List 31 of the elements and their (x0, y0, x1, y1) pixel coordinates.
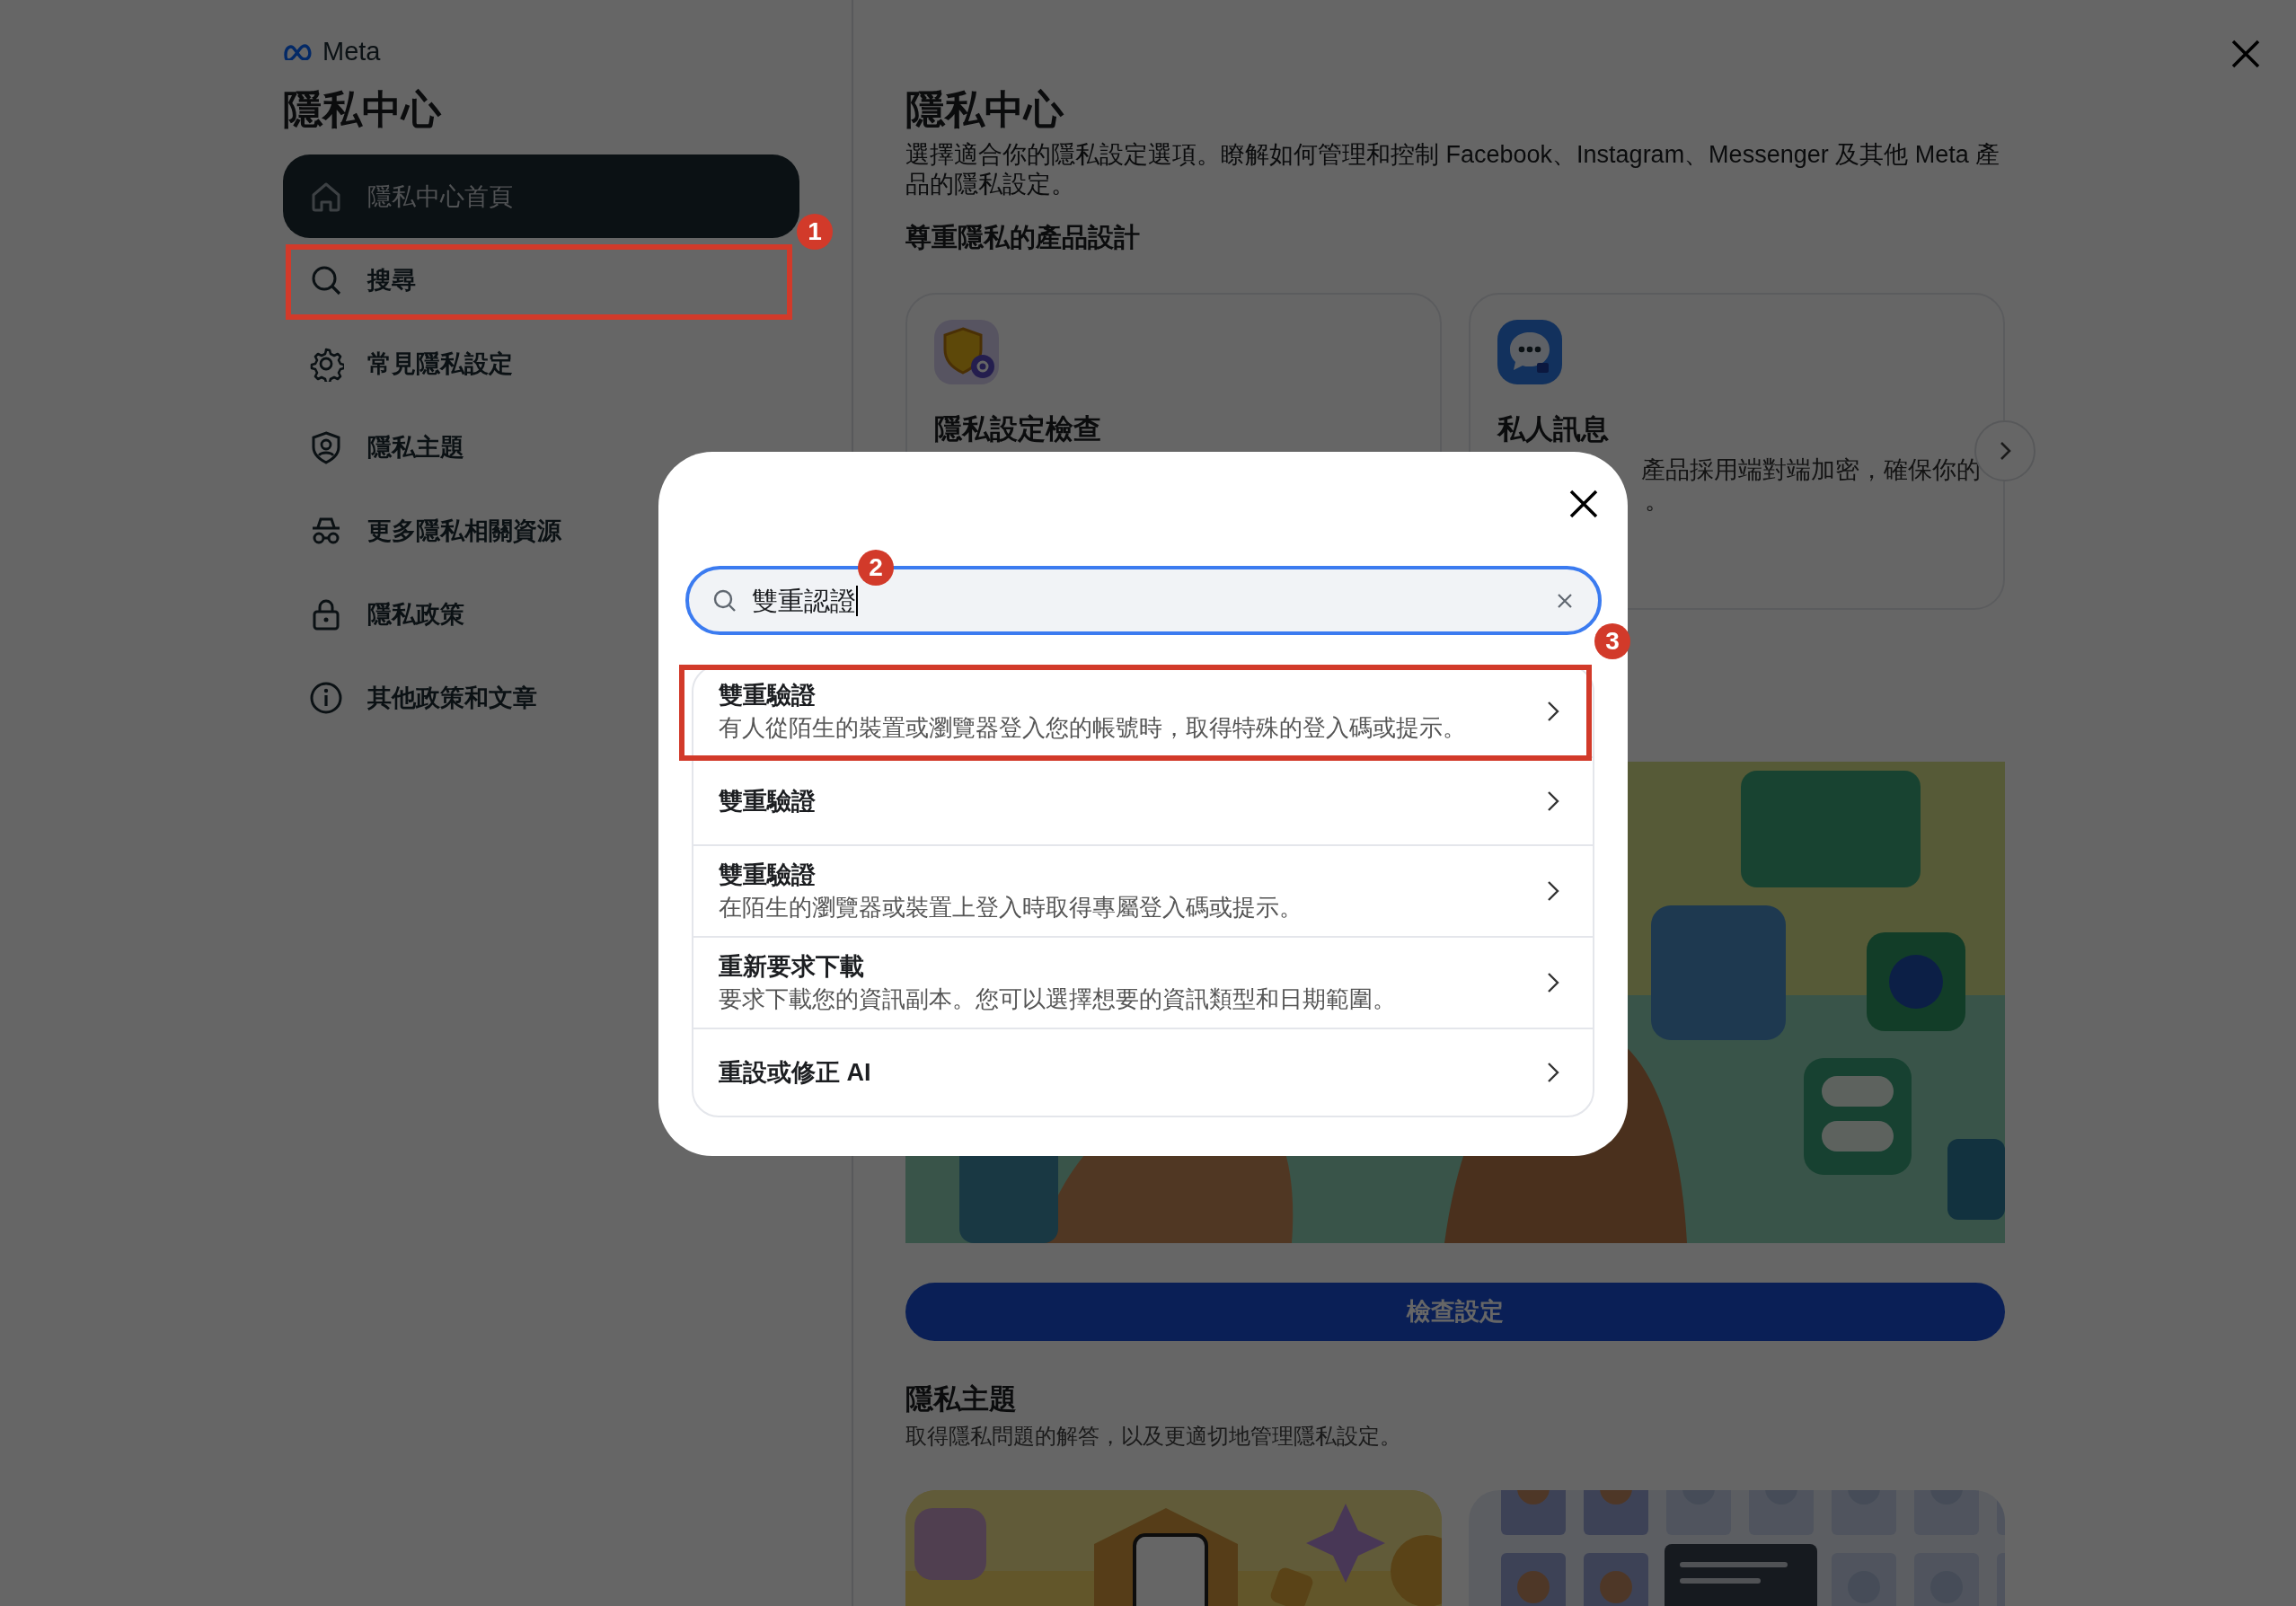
chevron-right-icon (1546, 879, 1560, 903)
chevron-right-icon (1546, 790, 1560, 813)
page-description: 選擇適合你的隱私設定選項。瞭解如何管理和控制 Facebook、Instagram、Messenger 及其他 Meta 產品的隱私設定。 (905, 140, 2001, 199)
search-result[interactable]: 雙重驗證 (693, 756, 1593, 844)
clear-icon[interactable] (1557, 592, 1573, 609)
check-settings-button[interactable]: 檢查設定 (905, 1283, 2005, 1341)
search-icon (712, 587, 737, 613)
search-result[interactable]: 雙重驗證 有人從陌生的裝置或瀏覽器登入您的帳號時，取得特殊的登入碼或提示。 (693, 666, 1593, 756)
brand-name: Meta (322, 38, 381, 65)
search-result[interactable]: 雙重驗證 在陌生的瀏覽器或裝置上登入時取得專屬登入碼或提示。 (693, 844, 1593, 936)
search-result[interactable]: 重設或修正 AI (693, 1028, 1593, 1116)
search-result[interactable]: 重新要求下載 要求下載您的資訊副本。您可以選擇想要的資訊類型和日期範圍。 (693, 936, 1593, 1028)
shield-gear-icon (934, 320, 999, 384)
close-icon[interactable] (1567, 488, 1600, 520)
section-title: 隱私主題 (905, 1382, 1017, 1416)
chat-bubble-icon (1497, 320, 1562, 384)
chevron-right-icon (1546, 971, 1560, 994)
page-title: 隱私中心 (905, 86, 1064, 133)
section-description: 取得隱私問題的解答，以及更適切地管理隱私設定。 (905, 1423, 1401, 1450)
sidebar-title: 隱私中心 (283, 86, 441, 133)
chevron-right-icon (1546, 1061, 1560, 1084)
card-description: 產品採用端對端加密，確保你的 。 (1641, 455, 1981, 516)
card-title: 私人訊息 (1497, 412, 1609, 446)
step-badge: 1 (797, 214, 833, 250)
sidebar-item[interactable]: 隱私主題 (283, 405, 799, 489)
sidebar-item[interactable]: 常見隱私設定 (283, 322, 799, 405)
chevron-right-icon (1546, 700, 1560, 723)
card-title: 隱私設定檢查 (934, 412, 1101, 446)
sidebar-item[interactable]: 搜尋 (283, 238, 799, 322)
sidebar-item[interactable]: 隱私中心首頁 (283, 154, 799, 238)
section-title: 尊重隱私的產品設計 (905, 222, 1140, 253)
